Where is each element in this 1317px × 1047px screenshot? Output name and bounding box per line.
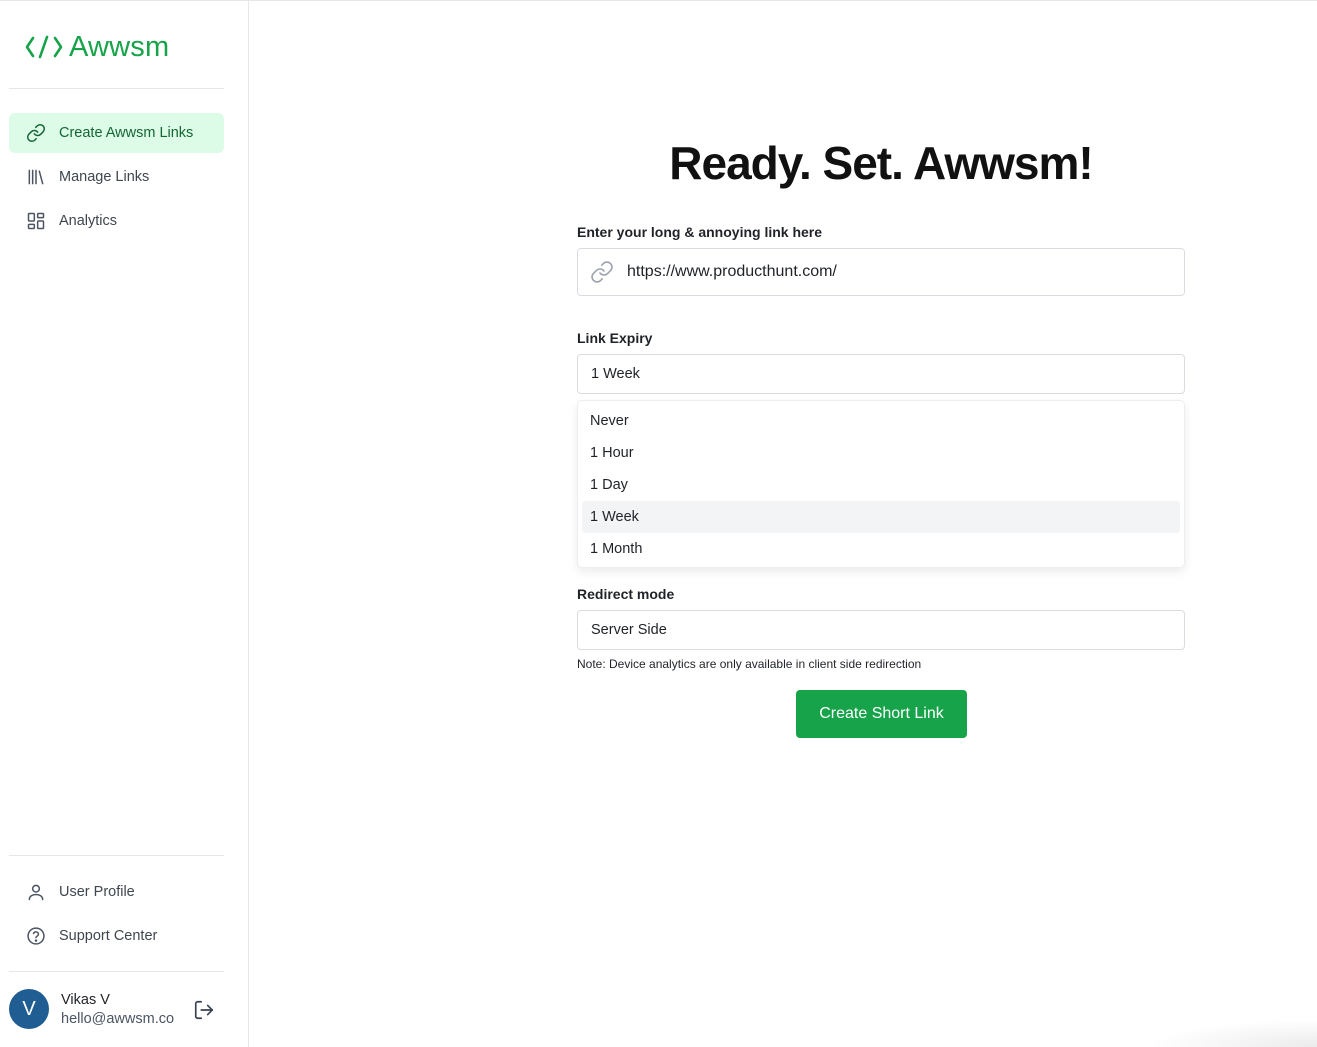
link-icon xyxy=(26,123,46,143)
expiry-option-never[interactable]: Never xyxy=(582,405,1180,437)
redirect-note: Note: Device analytics are only availabl… xyxy=(577,657,922,671)
redirect-mode-select[interactable]: Server Side xyxy=(577,610,1185,650)
expiry-label: Link Expiry xyxy=(577,330,653,346)
url-field-label: Enter your long & annoying link here xyxy=(577,224,823,240)
sidebar-item-label: Analytics xyxy=(59,213,118,229)
sidebar-item-user-profile[interactable]: User Profile xyxy=(9,872,224,912)
secondary-nav: User Profile Support Center xyxy=(9,872,224,960)
sidebar: Awwsm Create Awwsm Links Manage Links An… xyxy=(0,1,249,1047)
sidebar-item-label: Create Awwsm Links xyxy=(59,125,194,141)
link-icon xyxy=(590,260,614,284)
expiry-select[interactable]: 1 Week xyxy=(577,354,1185,394)
redirect-selected-value: Server Side xyxy=(591,622,667,638)
sidebar-item-manage-links[interactable]: Manage Links xyxy=(9,157,224,197)
redirect-mode-label: Redirect mode xyxy=(577,586,675,602)
user-card: V Vikas V hello@awwsm.co xyxy=(9,987,224,1031)
sidebar-item-label: Support Center xyxy=(59,928,158,944)
code-brackets-icon xyxy=(25,35,63,59)
brand-logo[interactable]: Awwsm xyxy=(25,31,169,63)
sidebar-item-create-links[interactable]: Create Awwsm Links xyxy=(9,113,224,153)
expiry-dropdown-menu: Never 1 Hour 1 Day 1 Week 1 Month xyxy=(577,400,1185,568)
avatar[interactable]: V xyxy=(9,989,49,1029)
sidebar-divider xyxy=(9,971,224,972)
create-short-link-button[interactable]: Create Short Link xyxy=(796,690,967,738)
expiry-selected-value: 1 Week xyxy=(591,366,640,382)
expiry-option-1-day[interactable]: 1 Day xyxy=(582,469,1180,501)
sidebar-item-support-center[interactable]: Support Center xyxy=(9,916,224,956)
expiry-option-1-hour[interactable]: 1 Hour xyxy=(582,437,1180,469)
brand-name: Awwsm xyxy=(69,30,170,63)
url-input-value[interactable]: https://www.producthunt.com/ xyxy=(627,263,837,281)
sidebar-divider xyxy=(9,855,224,856)
sidebar-item-analytics[interactable]: Analytics xyxy=(9,201,224,241)
user-icon xyxy=(26,882,46,902)
sidebar-item-label: Manage Links xyxy=(59,169,150,185)
corner-shadow xyxy=(1147,1019,1317,1047)
page-title: Ready. Set. Awwsm! xyxy=(669,137,1093,189)
user-name: Vikas V xyxy=(61,991,110,1008)
primary-nav: Create Awwsm Links Manage Links Analytic… xyxy=(9,113,224,245)
expiry-option-1-month[interactable]: 1 Month xyxy=(582,533,1180,565)
logout-icon[interactable] xyxy=(193,999,215,1021)
user-email: hello@awwsm.co xyxy=(61,1010,175,1027)
library-icon xyxy=(26,167,46,187)
sidebar-item-label: User Profile xyxy=(59,884,135,900)
sidebar-divider xyxy=(9,88,224,89)
expiry-option-1-week[interactable]: 1 Week xyxy=(582,501,1180,533)
help-circle-icon xyxy=(26,926,46,946)
dashboard-icon xyxy=(26,211,46,231)
url-input[interactable]: https://www.producthunt.com/ xyxy=(577,248,1185,296)
